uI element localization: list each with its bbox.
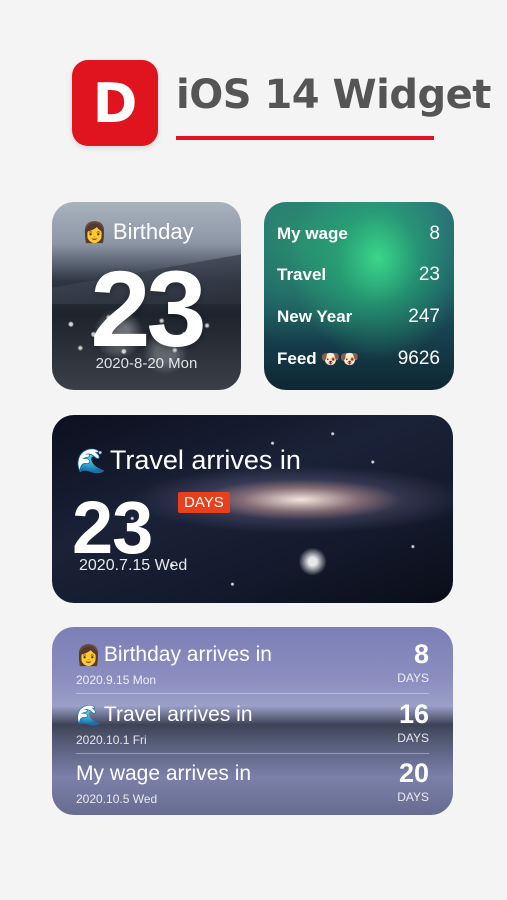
row-label: Feed — [277, 349, 317, 368]
list-item-birthday: 👩 Birthday arrives in 2020.9.15 Mon 8 DA… — [76, 639, 429, 699]
item-unit: DAYS — [397, 671, 429, 685]
item-title: My wage arrives in — [76, 762, 251, 786]
birthday-widget[interactable]: 👩 Birthday 23 2020-8-20 Mon — [52, 202, 241, 390]
event-date: 2020.7.15 Wed — [79, 557, 188, 574]
widget-title-text: Birthday — [112, 219, 194, 244]
divider — [76, 693, 429, 694]
list-item-travel: 🌊 Travel arrives in 2020.10.1 Fri 16 DAY… — [76, 699, 429, 759]
item-title-text: Travel arrives in — [103, 703, 253, 726]
row-value: 9626 — [397, 348, 440, 369]
list-row-travel: Travel 23 — [277, 263, 440, 287]
list-row-new-year: New Year 247 — [277, 305, 440, 329]
list-row-feed: Feed 🐶🐶 9626 — [277, 347, 440, 371]
item-count: 8 — [413, 639, 429, 669]
days-badge: DAYS — [178, 492, 230, 513]
item-count: 16 — [398, 699, 429, 729]
list-row-my-wage: My wage 8 — [277, 222, 440, 246]
item-title-text: My wage arrives in — [76, 762, 252, 785]
item-unit: DAYS — [397, 731, 429, 745]
app-logo-icon: D — [72, 60, 158, 146]
countdown-list-widget[interactable]: My wage 8 Travel 23 New Year 247 Feed 🐶🐶… — [264, 202, 454, 390]
arrivals-list-widget[interactable]: 👩 Birthday arrives in 2020.9.15 Mon 8 DA… — [52, 627, 453, 815]
item-title-text: Birthday arrives in — [103, 643, 272, 666]
wave-emoji-icon: 🌊 — [76, 446, 106, 475]
widget-title: 👩 Birthday — [82, 219, 194, 245]
days-count: 23 — [90, 248, 206, 369]
item-title: 🌊 Travel arrives in — [76, 703, 253, 727]
row-value: 23 — [418, 264, 440, 285]
app-logo-letter: D — [92, 71, 138, 135]
row-label: New Year — [277, 307, 353, 326]
title-underline — [176, 136, 434, 140]
widget-title-text: Travel arrives in — [109, 445, 301, 475]
event-date: 2020-8-20 Mon — [95, 355, 198, 372]
item-unit: DAYS — [397, 790, 429, 804]
page-title: iOS 14 Widget — [176, 72, 491, 118]
divider — [76, 753, 429, 754]
row-label-group: Feed 🐶🐶 — [277, 349, 359, 369]
row-label: My wage — [277, 224, 348, 243]
widget-title: 🌊 Travel arrives in — [76, 445, 301, 476]
row-value: 247 — [408, 306, 440, 327]
wave-emoji-icon: 🌊 — [76, 703, 101, 727]
item-date: 2020.10.5 Wed — [76, 792, 158, 806]
list-item-my-wage: My wage arrives in 2020.10.5 Wed 20 DAYS — [76, 758, 429, 815]
item-title: 👩 Birthday arrives in — [76, 643, 272, 667]
item-date: 2020.10.1 Fri — [76, 733, 147, 747]
item-count: 20 — [398, 758, 429, 788]
item-date: 2020.9.15 Mon — [76, 673, 157, 687]
row-label: Travel — [277, 265, 327, 284]
woman-emoji-icon: 👩 — [76, 643, 101, 667]
row-value: 8 — [429, 223, 440, 244]
dog-emoji-icon: 🐶🐶 — [321, 350, 359, 368]
travel-countdown-widget[interactable]: 🌊 Travel arrives in 23 DAYS 2020.7.15 We… — [52, 415, 453, 603]
woman-emoji-icon: 👩 — [82, 220, 107, 244]
